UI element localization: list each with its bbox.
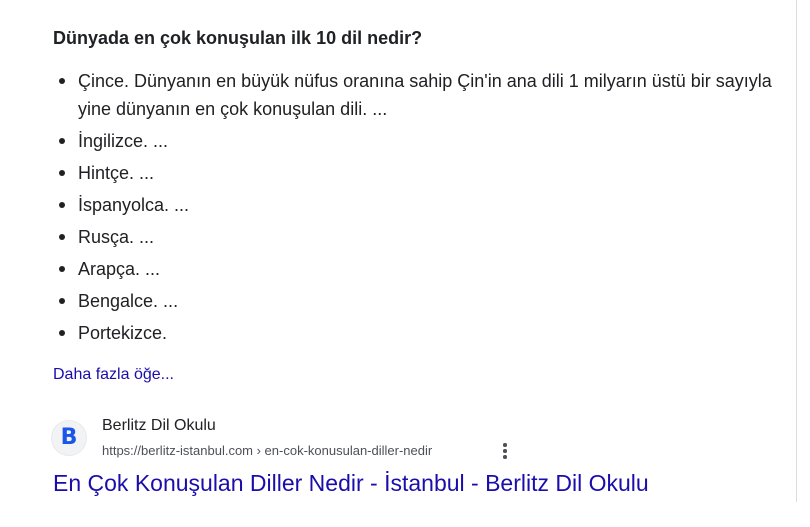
- list-item: İngilizce. ...: [56, 127, 776, 155]
- list-item-text: Çince. Dünyanın en büyük nüfus oranına s…: [78, 71, 772, 119]
- list-item: Portekizce.: [56, 319, 776, 347]
- bullet-icon: [59, 266, 65, 272]
- bullet-icon: [59, 78, 65, 84]
- list-item: Rusça. ...: [56, 223, 776, 251]
- result-url[interactable]: https://berlitz-istanbul.com › en-cok-ko…: [102, 443, 432, 458]
- menu-dot: [503, 449, 507, 453]
- list-item-text: Hintçe. ...: [78, 163, 155, 183]
- list-item: Bengalce. ...: [56, 287, 776, 315]
- right-divider: [796, 0, 797, 502]
- bullet-icon: [59, 170, 65, 176]
- menu-dot: [503, 443, 507, 447]
- list-item: Arapça. ...: [56, 255, 776, 283]
- list-item-text: Arapça. ...: [78, 259, 161, 279]
- more-items-link[interactable]: Daha fazla öğe...: [53, 366, 174, 384]
- result-title-link[interactable]: En Çok Konuşulan Diller Nedir - İstanbul…: [53, 470, 649, 497]
- list-item: İspanyolca. ...: [56, 191, 776, 219]
- bullet-icon: [59, 202, 65, 208]
- list-item-text: Rusça. ...: [78, 227, 155, 247]
- list-item-text: İspanyolca. ...: [78, 195, 190, 215]
- menu-dot: [503, 455, 507, 459]
- bullet-icon: [59, 330, 65, 336]
- snippet-list: Çince. Dünyanın en büyük nüfus oranına s…: [56, 67, 776, 351]
- snippet-heading: Dünyada en çok konuşulan ilk 10 dil nedi…: [53, 28, 423, 48]
- bullet-icon: [59, 234, 65, 240]
- list-item-text: Bengalce. ...: [78, 291, 179, 311]
- berlitz-logo-icon[interactable]: B: [51, 420, 87, 456]
- list-item-text: İngilizce. ...: [78, 131, 169, 151]
- bullet-icon: [59, 138, 65, 144]
- list-item: Hintçe. ...: [56, 159, 776, 187]
- more-vert-icon[interactable]: [496, 440, 514, 462]
- result-site-name[interactable]: Berlitz Dil Okulu: [102, 417, 216, 435]
- bullet-icon: [59, 298, 65, 304]
- list-item: Çince. Dünyanın en büyük nüfus oranına s…: [56, 67, 776, 123]
- list-item-text: Portekizce.: [78, 323, 168, 343]
- favicon-letter: B: [60, 425, 78, 450]
